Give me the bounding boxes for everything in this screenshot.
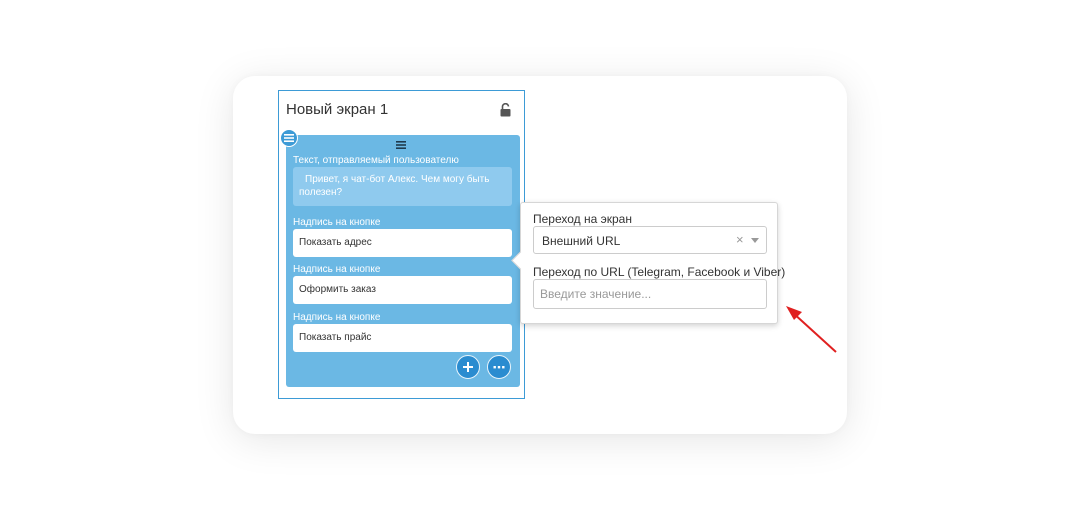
url-input[interactable] xyxy=(533,279,767,309)
button-label-3: Надпись на кнопке xyxy=(293,312,381,323)
url-label: Переход по URL (Telegram, Facebook и Vib… xyxy=(533,265,786,279)
button-field-3[interactable]: Показать прайс xyxy=(293,324,512,352)
menu-icon[interactable] xyxy=(280,129,298,147)
add-button[interactable] xyxy=(456,355,480,379)
message-text[interactable]: Привет, я чат-бот Алекс. Чем могу быть п… xyxy=(293,167,512,206)
message-block[interactable]: Текст, отправляемый пользователю Привет,… xyxy=(286,135,520,387)
button-label-1: Надпись на кнопке xyxy=(293,217,381,228)
transition-popover: Переход на экран Внешний URL × Переход п… xyxy=(511,202,785,324)
more-icon xyxy=(493,366,505,369)
target-screen-value: Внешний URL xyxy=(542,234,621,248)
close-icon[interactable]: × xyxy=(736,233,744,247)
target-screen-select[interactable]: Внешний URL × xyxy=(533,226,767,254)
screen-title: Новый экран 1 xyxy=(286,101,389,118)
arrow-icon xyxy=(786,306,837,353)
button-label-2: Надпись на кнопке xyxy=(293,264,381,275)
plus-icon xyxy=(463,362,473,372)
more-button[interactable] xyxy=(487,355,511,379)
button-field-1[interactable]: Показать адрес xyxy=(293,229,512,257)
message-label: Текст, отправляемый пользователю xyxy=(293,155,459,166)
button-field-2[interactable]: Оформить заказ xyxy=(293,276,512,304)
drag-handle-icon[interactable] xyxy=(396,141,406,149)
lock-open-icon[interactable] xyxy=(500,103,511,117)
target-screen-label: Переход на экран xyxy=(533,212,632,226)
chevron-down-icon[interactable] xyxy=(751,238,759,243)
